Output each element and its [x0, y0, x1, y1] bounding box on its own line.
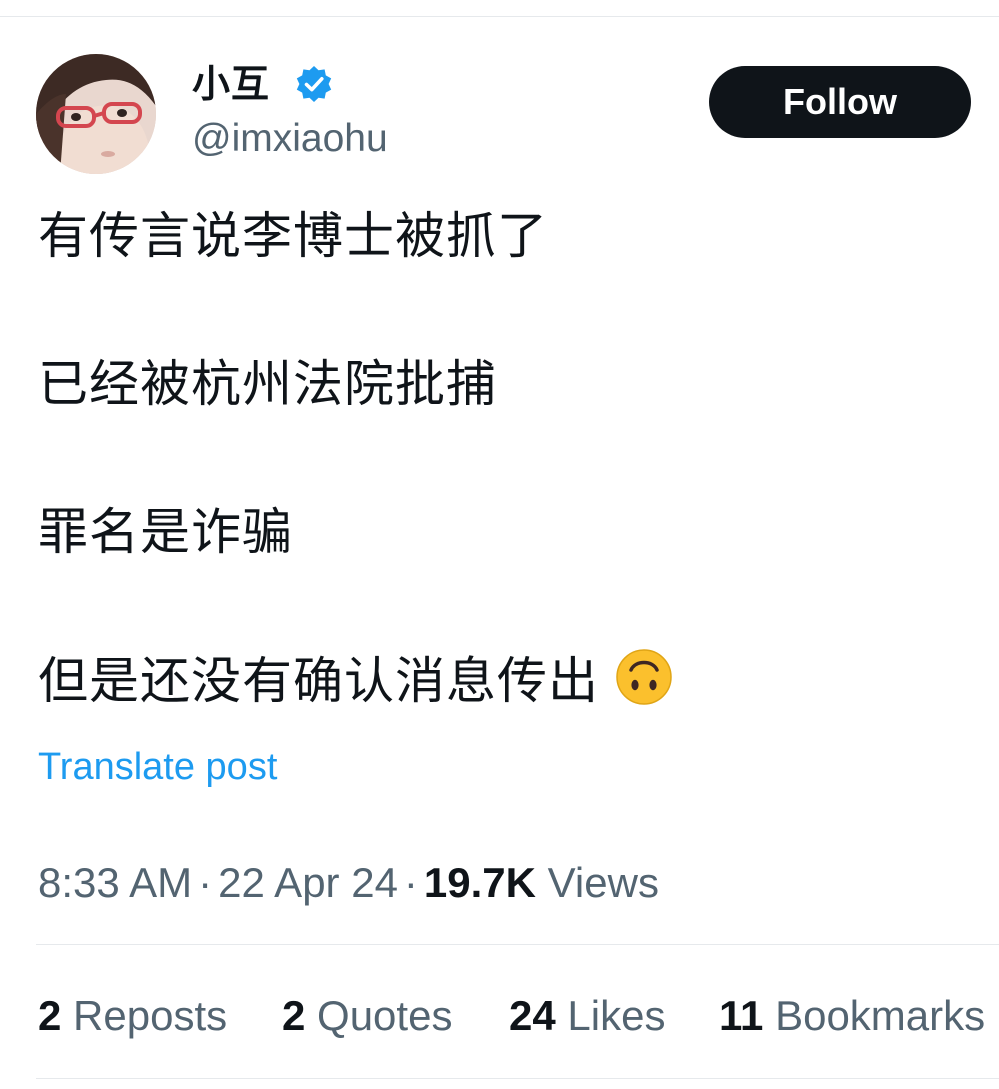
reposts-count: 2	[38, 992, 62, 1039]
translate-post-link[interactable]: Translate post	[38, 742, 277, 792]
upside-down-face-emoji-icon	[616, 649, 672, 705]
tweet-text-line: 但是还没有确认消息传出	[38, 652, 599, 710]
quotes-count: 2	[282, 992, 306, 1039]
likes-count: 24	[509, 992, 556, 1039]
reposts-label: Reposts	[73, 992, 228, 1039]
reposts-stat[interactable]: 2 Reposts	[38, 988, 227, 1044]
verified-badge-icon	[296, 66, 332, 102]
tweet-text-line-with-emoji: 但是还没有确认消息传出	[38, 648, 673, 713]
stats-top-divider	[36, 944, 999, 945]
likes-stat[interactable]: 24 Likes	[509, 988, 665, 1044]
tweet-date[interactable]: 22 Apr 24	[218, 859, 398, 906]
stats-bottom-divider	[36, 1078, 999, 1079]
tweet-text-line: 有传言说李博士被抓了	[38, 207, 548, 265]
display-name[interactable]: 小互	[192, 58, 270, 110]
meta-separator: ·	[198, 859, 213, 906]
views-label: Views	[547, 859, 659, 906]
quotes-stat[interactable]: 2 Quotes	[282, 988, 452, 1044]
tweet-meta: 8:33 AM · 22 Apr 24 · 19.7K Views	[38, 856, 659, 910]
meta-separator: ·	[403, 859, 418, 906]
quotes-label: Quotes	[317, 992, 453, 1039]
tweet-time[interactable]: 8:33 AM	[38, 859, 192, 906]
top-divider	[0, 16, 999, 17]
author-handle[interactable]: @imxiaohu	[192, 114, 388, 164]
bookmarks-label: Bookmarks	[775, 992, 986, 1039]
follow-button[interactable]: Follow	[709, 66, 971, 138]
avatar-photo	[36, 54, 156, 174]
tweet-text-line: 罪名是诈骗	[38, 503, 293, 561]
bookmarks-stat[interactable]: 11 Bookmarks	[719, 988, 985, 1044]
tweet-text-line: 已经被杭州法院批捕	[38, 355, 497, 413]
likes-label: Likes	[567, 992, 666, 1039]
views-count: 19.7K	[423, 859, 536, 906]
bookmarks-count: 11	[719, 992, 764, 1039]
avatar[interactable]	[36, 54, 156, 174]
